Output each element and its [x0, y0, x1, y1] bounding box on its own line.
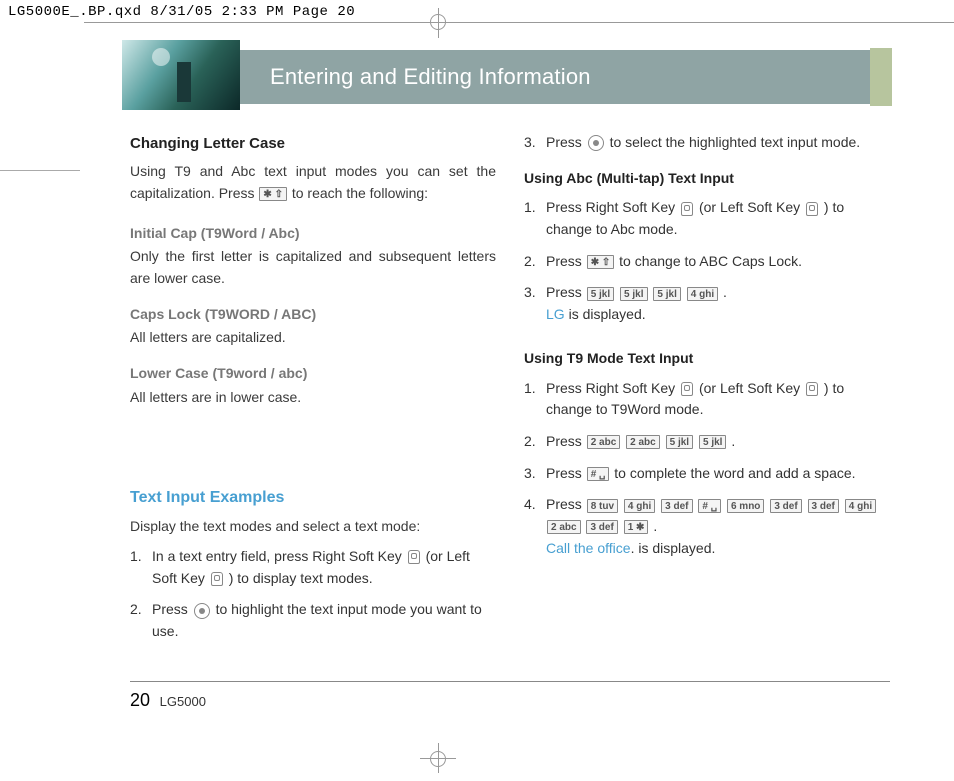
subhead-t9-input: Using T9 Mode Text Input — [524, 348, 890, 370]
softkey-icon — [806, 382, 818, 396]
page-content: Entering and Editing Information Changin… — [130, 50, 890, 711]
paragraph: Using T9 and Abc text input modes you ca… — [130, 161, 496, 204]
text: ) to display text modes. — [229, 570, 373, 586]
key-8: 8 tuv — [587, 499, 618, 513]
text: Press — [546, 284, 586, 300]
text: . — [723, 284, 727, 300]
key-3: 3 def — [661, 499, 692, 513]
key-5: 5 jkl — [699, 435, 726, 449]
text: Press Right Soft Key — [546, 380, 679, 396]
key-5: 5 jkl — [653, 287, 680, 301]
text: (or Left Soft Key — [699, 380, 804, 396]
paragraph: Display the text modes and select a text… — [130, 516, 496, 538]
softkey-icon — [806, 202, 818, 216]
step-item: Press 2 abc 2 abc 5 jkl 5 jkl . — [524, 431, 890, 453]
key-2: 2 abc — [626, 435, 660, 449]
key-4: 4 ghi — [624, 499, 655, 513]
crop-mark — [0, 170, 80, 171]
paragraph: Only the first letter is capitalized and… — [130, 246, 496, 289]
softkey-icon — [408, 550, 420, 564]
text: is displayed. — [569, 306, 646, 322]
text: Press — [546, 134, 586, 150]
key-3: 3 def — [808, 499, 839, 513]
right-column: Press to select the highlighted text inp… — [524, 132, 890, 653]
text: . — [731, 433, 735, 449]
left-column: Changing Letter Case Using T9 and Abc te… — [130, 132, 496, 653]
step-list: Press to select the highlighted text inp… — [524, 132, 890, 154]
key-2: 2 abc — [547, 520, 581, 534]
banner-photo — [122, 40, 240, 110]
chapter-banner: Entering and Editing Information — [130, 50, 890, 104]
step-list: Press Right Soft Key (or Left Soft Key )… — [524, 378, 890, 560]
key-5: 5 jkl — [666, 435, 693, 449]
text: . — [653, 518, 657, 534]
step-item: Press to select the highlighted text inp… — [524, 132, 890, 154]
text: to reach the following: — [292, 185, 428, 201]
key-4: 4 ghi — [845, 499, 876, 513]
text: to select the highlighted text input mod… — [610, 134, 861, 150]
text: Press — [546, 253, 586, 269]
key-hash: # ␣ — [698, 499, 721, 513]
registration-mark — [438, 8, 439, 38]
tab-marker — [870, 48, 892, 106]
step-list: Press Right Soft Key (or Left Soft Key )… — [524, 197, 890, 325]
page-number: 20 — [130, 690, 150, 710]
step-item: Press Right Soft Key (or Left Soft Key )… — [524, 197, 890, 240]
heading-text-input-examples: Text Input Examples — [130, 486, 496, 511]
softkey-icon — [681, 202, 693, 216]
chapter-title: Entering and Editing Information — [270, 64, 591, 90]
text: (or Left Soft Key — [699, 199, 804, 215]
heading-changing-case: Changing Letter Case — [130, 132, 496, 155]
step-item: Press 8 tuv 4 ghi 3 def # ␣ 6 mno 3 def … — [524, 494, 890, 559]
subhead-lower-case: Lower Case (T9word / abc) — [130, 363, 496, 385]
key-hash: # ␣ — [587, 467, 610, 481]
key-4: 4 ghi — [687, 287, 718, 301]
subhead-abc-input: Using Abc (Multi-tap) Text Input — [524, 168, 890, 190]
step-item: In a text entry field, press Right Soft … — [130, 546, 496, 589]
nav-key-icon — [194, 603, 210, 619]
text: Press Right Soft Key — [546, 199, 679, 215]
step-list: In a text entry field, press Right Soft … — [130, 546, 496, 643]
step-item: Press 5 jkl 5 jkl 5 jkl 4 ghi . LG is di… — [524, 282, 890, 325]
key-1: 1 ✱ — [624, 520, 649, 534]
key-star: ✱ ⇧ — [587, 255, 615, 269]
result-text: LG — [546, 306, 565, 322]
key-3: 3 def — [770, 499, 801, 513]
step-item: Press # ␣ to complete the word and add a… — [524, 463, 890, 485]
text: Press — [546, 496, 586, 512]
key-2: 2 abc — [587, 435, 621, 449]
text: In a text entry field, press Right Soft … — [152, 548, 406, 564]
key-3: 3 def — [586, 520, 617, 534]
step-item: Press to highlight the text input mode y… — [130, 599, 496, 642]
step-item: Press ✱ ⇧ to change to ABC Caps Lock. — [524, 251, 890, 273]
key-5: 5 jkl — [620, 287, 647, 301]
key-6: 6 mno — [727, 499, 764, 513]
print-slug: LG5000E_.BP.qxd 8/31/05 2:33 PM Page 20 — [8, 4, 355, 20]
softkey-icon — [681, 382, 693, 396]
key-star: ✱ ⇧ — [259, 187, 287, 201]
text: to change to ABC Caps Lock. — [619, 253, 802, 269]
text: Press — [546, 465, 586, 481]
step-item: Press Right Soft Key (or Left Soft Key )… — [524, 378, 890, 421]
ok-key-icon — [588, 135, 604, 151]
text: Press — [546, 433, 586, 449]
paragraph: All letters are in lower case. — [130, 387, 496, 409]
subhead-initial-cap: Initial Cap (T9Word / Abc) — [130, 223, 496, 245]
subhead-caps-lock: Caps Lock (T9WORD / ABC) — [130, 304, 496, 326]
paragraph: All letters are capitalized. — [130, 327, 496, 349]
registration-mark — [438, 743, 439, 773]
model-name: LG5000 — [160, 694, 206, 709]
text: . is displayed. — [631, 540, 716, 556]
softkey-icon — [211, 572, 223, 586]
page-footer: 20 LG5000 — [130, 681, 890, 711]
key-5: 5 jkl — [587, 287, 614, 301]
text: Press — [152, 601, 192, 617]
result-text: Call the office — [546, 540, 631, 556]
text: to complete the word and add a space. — [614, 465, 855, 481]
crop-mark — [84, 22, 954, 23]
